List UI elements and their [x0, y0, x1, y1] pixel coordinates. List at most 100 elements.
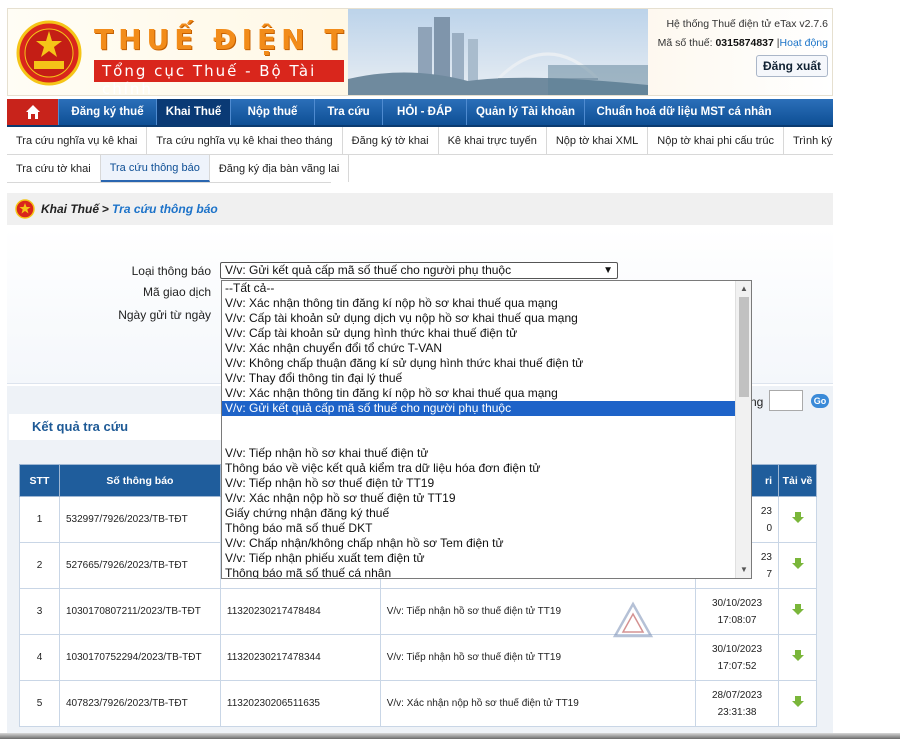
nav-nop-thue[interactable]: Nộp thuế [231, 99, 315, 125]
breadcrumb-separator: > [102, 202, 110, 216]
table-row: 4 1030170752294/2023/TB-TĐT 113202302174… [19, 634, 817, 681]
download-cell[interactable] [778, 588, 817, 635]
subnav-tra-cuu-to-khai[interactable]: Tra cứu tờ khai [7, 155, 101, 182]
cell-stt: 5 [19, 680, 60, 727]
dropdown-option[interactable]: V/v: Tiếp nhận hồ sơ khai thuế điện tử [222, 446, 736, 461]
notice-type-select[interactable]: V/v: Gửi kết quả cấp mã số thuế cho ngườ… [220, 262, 618, 279]
site-header: THUẾ ĐIỆN TỬ Tổng cục Thuế - Bộ Tài chín… [7, 8, 833, 98]
dropdown-option[interactable]: V/v: Thay đổi thông tin đại lý thuế [222, 371, 736, 386]
download-icon[interactable] [791, 696, 804, 708]
dropdown-option[interactable]: V/v: Xác nhận chuyển đổi tổ chức T-VAN [222, 341, 736, 356]
subnav-tra-cuu-nghia-vu[interactable]: Tra cứu nghĩa vụ kê khai [7, 127, 148, 154]
cell-stt: 1 [19, 496, 60, 543]
dropdown-option[interactable]: V/v: Tiếp nhận hồ sơ thuế điện tử TT19 [222, 476, 736, 491]
scroll-down-icon[interactable]: ▼ [739, 565, 749, 575]
subnav-tra-cuu-thong-bao[interactable]: Tra cứu thông báo [100, 155, 210, 182]
window-bottom-edge [0, 733, 900, 739]
logout-button[interactable]: Đăng xuất [755, 55, 828, 77]
download-cell[interactable] [778, 542, 817, 589]
home-icon [25, 105, 40, 119]
nav-khai-thue[interactable]: Khai Thuế [157, 99, 231, 125]
cell-date: 30/10/2023 [712, 597, 763, 609]
system-info: Hệ thống Thuế điện tử eTax v2.7.6 Mã số … [658, 15, 828, 53]
cell-so-tb: 527665/7926/2023/TB-TĐT [58, 542, 221, 589]
brand-subtitle: Tổng cục Thuế - Bộ Tài chính [94, 60, 344, 98]
dropdown-option[interactable]: V/v: Cấp tài khoản sử dụng dịch vụ nộp h… [222, 311, 736, 326]
dropdown-option[interactable]: Giấy chứng nhận đăng ký thuế [222, 506, 736, 521]
nav-tra-cuu[interactable]: Tra cứu [315, 99, 383, 125]
download-cell[interactable] [778, 496, 817, 543]
cell-ma-gd: 11320230206511635 [219, 680, 381, 727]
results-title: Kết quả tra cứu [9, 414, 223, 440]
emblem-logo [16, 20, 82, 86]
subnav-dang-ky-dia-ban[interactable]: Đăng ký địa bàn vãng lai [210, 155, 350, 182]
dropdown-scrollbar[interactable]: ▲ ▼ [735, 281, 751, 578]
cell-ngay: 28/07/2023 23:31:38 [695, 680, 779, 727]
scroll-up-icon[interactable]: ▲ [739, 284, 749, 294]
download-icon[interactable] [791, 558, 804, 570]
dropdown-option[interactable]: V/v: Chấp nhận/không chấp nhận hồ sơ Tem… [222, 536, 736, 551]
dropdown-option[interactable]: V/v: Cấp tài khoản sử dụng hình thức kha… [222, 326, 736, 341]
subnav-dang-ky-to-khai[interactable]: Đăng ký tờ khai [343, 127, 439, 154]
download-icon[interactable] [791, 650, 804, 662]
sub-nav-row-1: Tra cứu nghĩa vụ kê khai Tra cứu nghĩa v… [7, 127, 833, 155]
subnav-ke-khai-truc-tuyen[interactable]: Kê khai trực tuyến [439, 127, 547, 154]
dropdown-option[interactable]: V/v: Xác nhận nộp hồ sơ thuế điện tử TT1… [222, 491, 736, 506]
nav-dang-ky-thue[interactable]: Đăng ký thuế [59, 99, 157, 125]
emblem-small-icon [15, 199, 35, 219]
subnav-nop-to-khai-xml[interactable]: Nộp tờ khai XML [547, 127, 649, 154]
dropdown-option[interactable]: Thông báo mã số thuế DKT [222, 521, 736, 536]
subnav-tra-cuu-nghia-vu-thang[interactable]: Tra cứu nghĩa vụ kê khai theo tháng [147, 127, 343, 154]
city-banner-image [348, 9, 648, 95]
cell-stt: 2 [19, 542, 60, 589]
dropdown-option-selected[interactable]: V/v: Gửi kết quả cấp mã số thuế cho ngườ… [222, 401, 736, 416]
tax-code-value: 0315874837 [715, 37, 774, 49]
download-cell[interactable] [778, 634, 817, 681]
cell-so-tb: 1030170807211/2023/TB-TĐT [58, 588, 221, 635]
dropdown-option[interactable]: Thông báo về việc kết quả kiểm tra dữ li… [222, 461, 736, 476]
col-so-thong-bao: Số thông báo [58, 464, 221, 497]
breadcrumb-section[interactable]: Khai Thuế [41, 202, 99, 216]
download-icon[interactable] [791, 512, 804, 524]
dropdown-option[interactable]: --Tất cả-- [222, 281, 736, 296]
dropdown-option[interactable]: V/v: Xác nhận thông tin đăng kí nộp hồ s… [222, 386, 736, 401]
tax-code-label: Mã số thuế: [657, 37, 713, 49]
col-tai-ve: Tải về [778, 464, 817, 497]
cell-time: 23:31:38 [717, 706, 757, 718]
scrollbar-thumb[interactable] [739, 297, 749, 397]
dropdown-option[interactable]: V/v: Không chấp thuận đăng kí sử dụng hì… [222, 356, 736, 371]
send-date-label: Ngày gửi từ ngày [118, 308, 211, 322]
dropdown-option-blank[interactable] [222, 431, 736, 446]
dropdown-option[interactable]: V/v: Xác nhận thông tin đăng kí nộp hồ s… [222, 296, 736, 311]
cell-so-tb: 407823/7926/2023/TB-TĐT [58, 680, 221, 727]
cell-ngay: 30/10/2023 17:08:07 [695, 588, 779, 635]
status-link[interactable]: Hoạt động [780, 37, 828, 49]
dropdown-option[interactable]: Thông báo mã số thuế cá nhân [222, 566, 736, 578]
notice-type-dropdown-list[interactable]: --Tất cả-- V/v: Xác nhận thông tin đăng … [221, 280, 752, 579]
home-nav-button[interactable] [7, 99, 59, 125]
nav-quan-ly-tai-khoan[interactable]: Quản lý Tài khoản [467, 99, 585, 125]
download-cell[interactable] [778, 680, 817, 727]
dropdown-option[interactable]: V/v: Tiếp nhận phiếu xuất tem điện tử [222, 551, 736, 566]
sub-nav: Tra cứu nghĩa vụ kê khai Tra cứu nghĩa v… [7, 127, 833, 183]
cell-date: 28/07/2023 [712, 689, 763, 701]
page-size-input[interactable] [769, 390, 803, 411]
go-button[interactable]: Go [811, 394, 829, 408]
nav-chuan-hoa[interactable]: Chuẩn hoá dữ liệu MST cá nhân [585, 99, 783, 125]
subnav-trinh-ky[interactable]: Trình ký [784, 127, 841, 154]
etax-page: THUẾ ĐIỆN TỬ Tổng cục Thuế - Bộ Tài chín… [0, 0, 900, 739]
subnav-nop-to-khai-phi-cau-truc[interactable]: Nộp tờ khai phi cấu trúc [648, 127, 784, 154]
chevron-down-icon: ▼ [603, 265, 613, 276]
cell-so-tb: 532997/7926/2023/TB-TĐT [58, 496, 221, 543]
cell-date: 30/10/2023 [712, 643, 763, 655]
breadcrumb: Khai Thuế > Tra cứu thông báo [7, 193, 833, 225]
main-nav: Đăng ký thuế Khai Thuế Nộp thuế Tra cứu … [7, 99, 833, 127]
dropdown-options: --Tất cả-- V/v: Xác nhận thông tin đăng … [222, 281, 736, 578]
nav-hoi-dap[interactable]: HỎI - ĐÁP [383, 99, 467, 125]
breadcrumb-current: Tra cứu thông báo [112, 202, 218, 216]
dropdown-option-blank[interactable] [222, 416, 736, 431]
download-icon[interactable] [791, 604, 804, 616]
cell-noi-dung: V/v: Xác nhận nộp hồ sơ thuế điện tử TT1… [379, 680, 697, 727]
cell-ngay: 30/10/2023 17:07:52 [695, 634, 779, 681]
cell-stt: 3 [19, 588, 60, 635]
